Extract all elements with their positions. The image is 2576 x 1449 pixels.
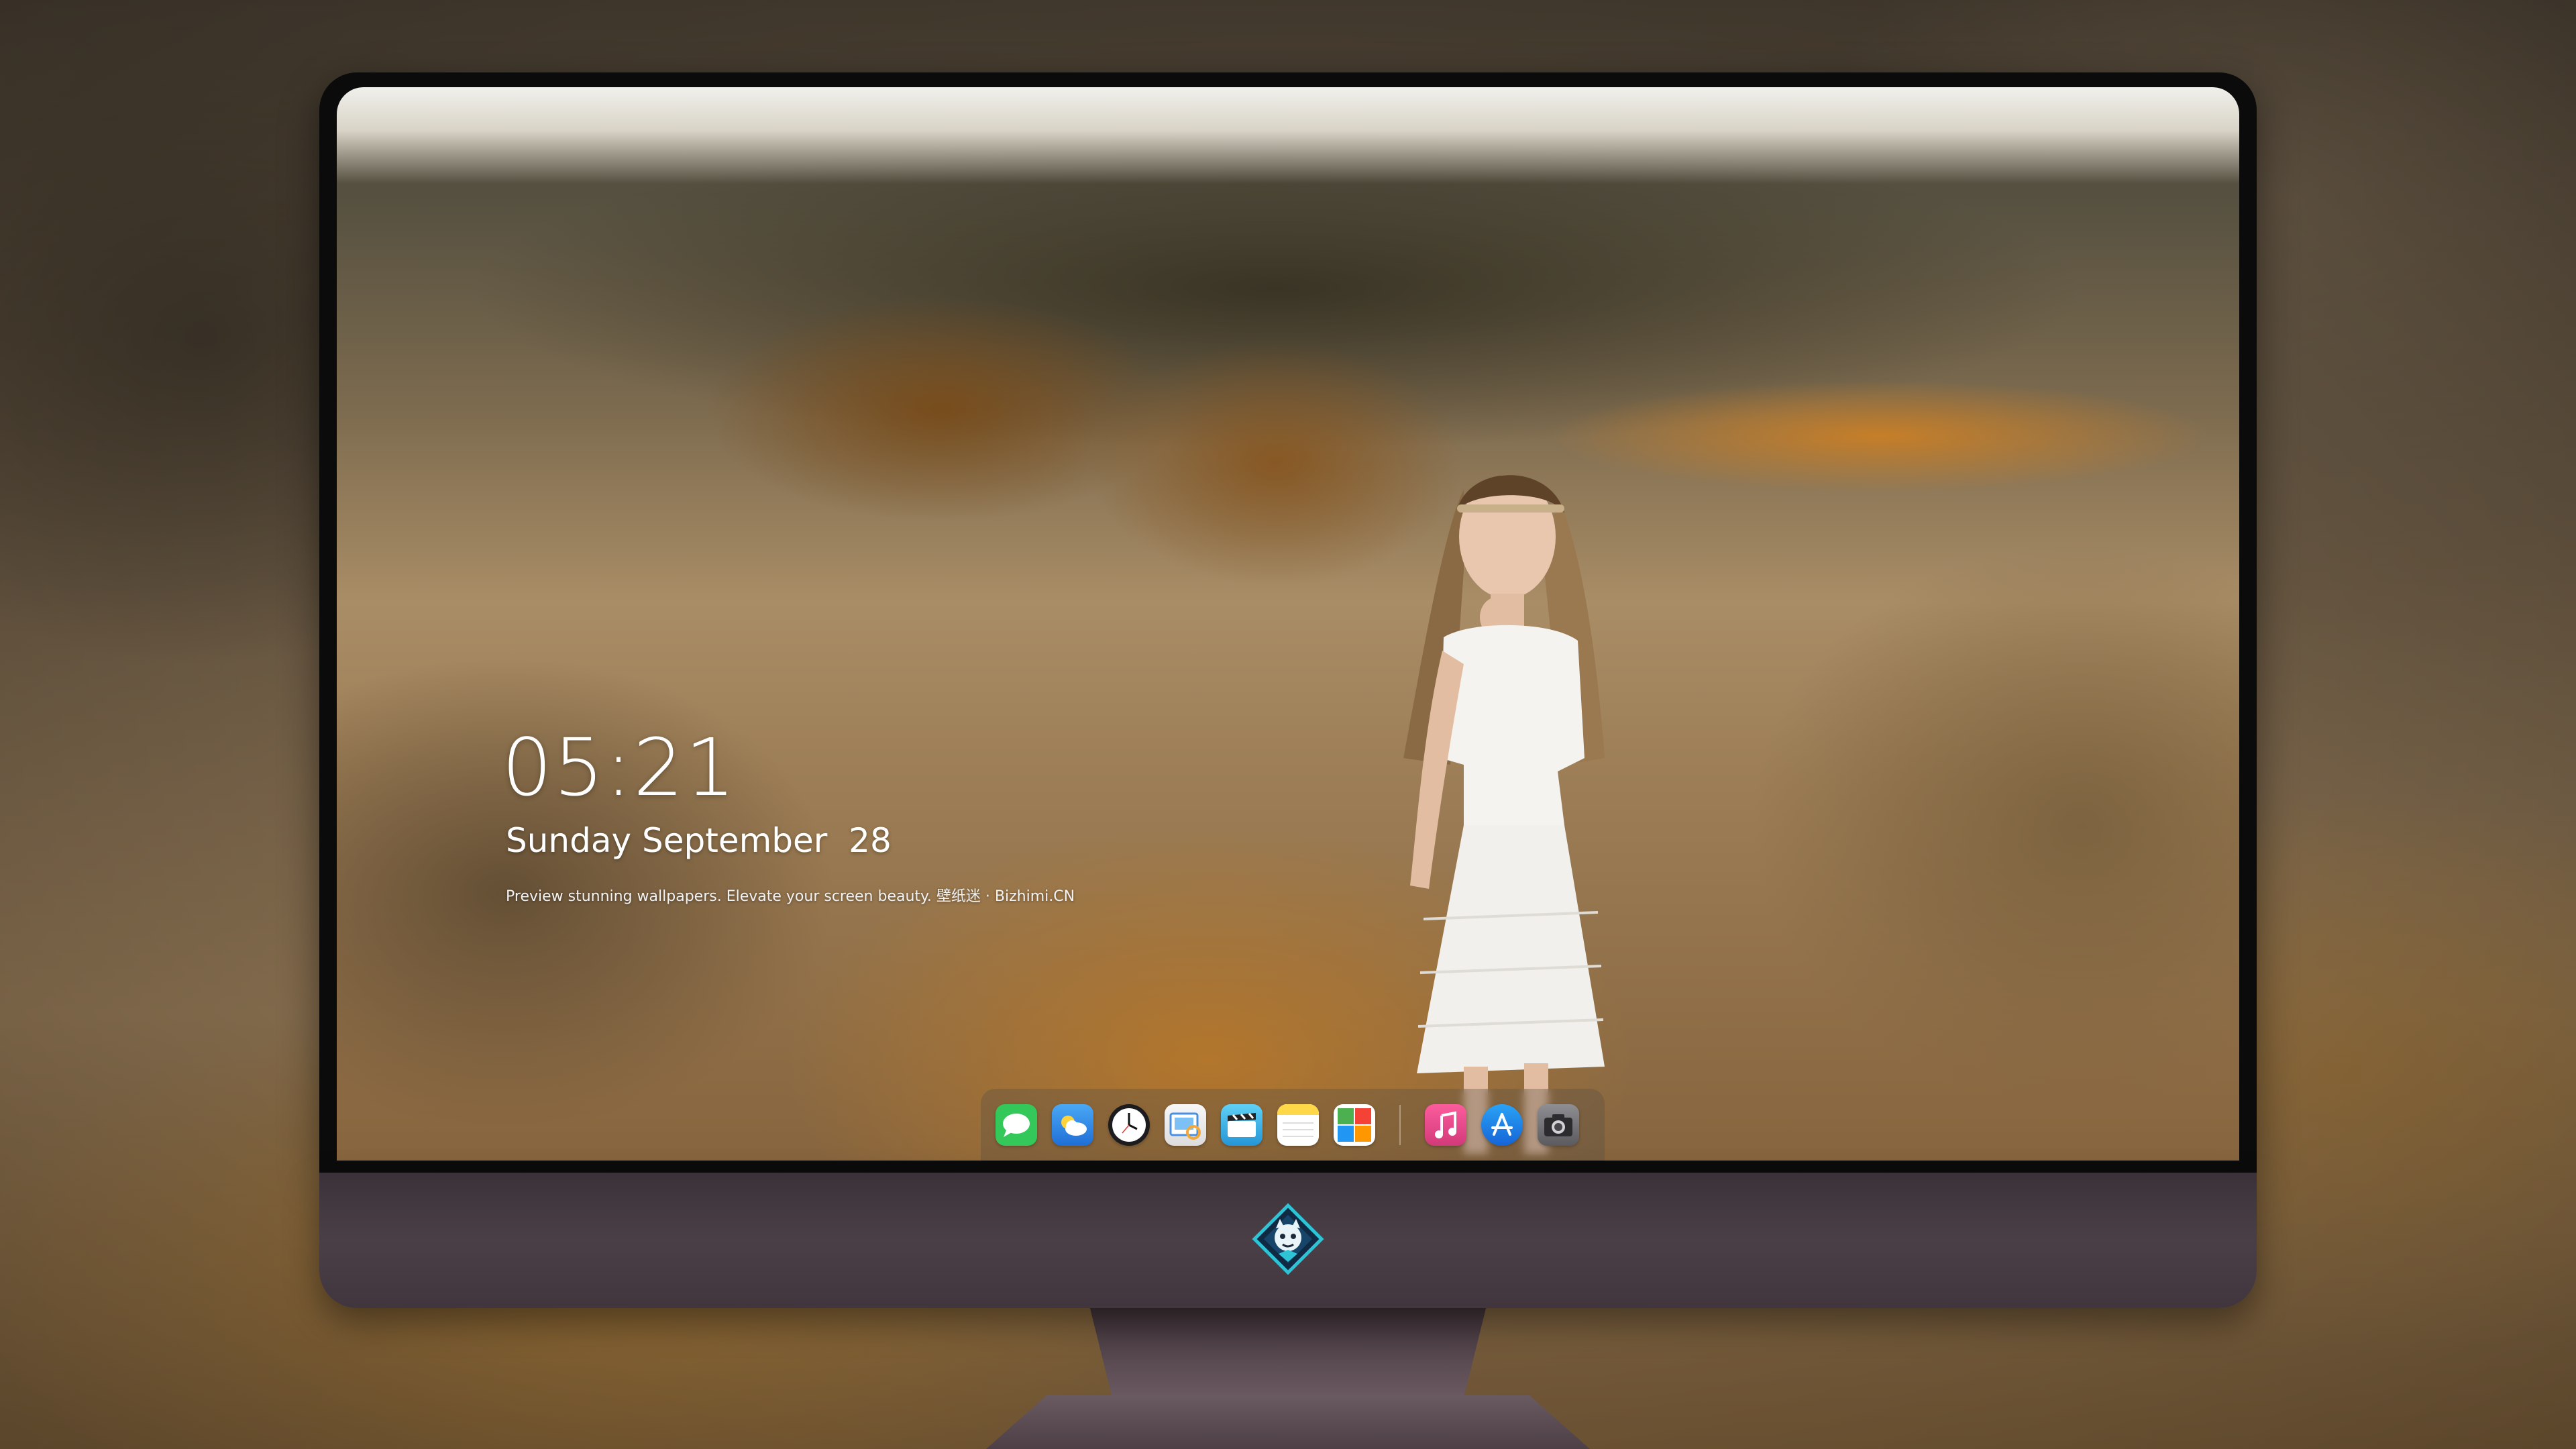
monitor: 05:21 Sunday September 28 Preview stunni…: [319, 72, 2257, 1308]
monitor-stand-base: [986, 1395, 1590, 1449]
weather-icon[interactable]: [1052, 1104, 1093, 1146]
preview-icon[interactable]: [1165, 1104, 1206, 1146]
app-store-icon[interactable]: [1481, 1104, 1523, 1146]
camera-icon[interactable]: [1538, 1104, 1579, 1146]
dock: [981, 1089, 1605, 1161]
music-icon[interactable]: [1425, 1104, 1466, 1146]
brand-logo: [1252, 1203, 1324, 1275]
monitor-stand-neck: [1088, 1301, 1488, 1402]
dock-separator: [1399, 1104, 1401, 1145]
lock-screen-tagline: Preview stunning wallpapers. Elevate you…: [506, 888, 1075, 905]
messages-icon[interactable]: [996, 1104, 1037, 1146]
clips-icon[interactable]: [1221, 1104, 1263, 1146]
monitor-bezel: 05:21 Sunday September 28 Preview stunni…: [319, 72, 2257, 1173]
lock-screen-date: Sunday September 28: [506, 821, 892, 860]
desktop-screen[interactable]: 05:21 Sunday September 28 Preview stunni…: [337, 87, 2239, 1161]
photo-booth-icon[interactable]: [1334, 1104, 1375, 1146]
notes-icon[interactable]: [1277, 1104, 1319, 1146]
wallpaper-figure: [1403, 475, 1605, 1154]
clock-icon[interactable]: [1108, 1104, 1150, 1146]
lock-screen-time: 05:21: [502, 721, 737, 814]
